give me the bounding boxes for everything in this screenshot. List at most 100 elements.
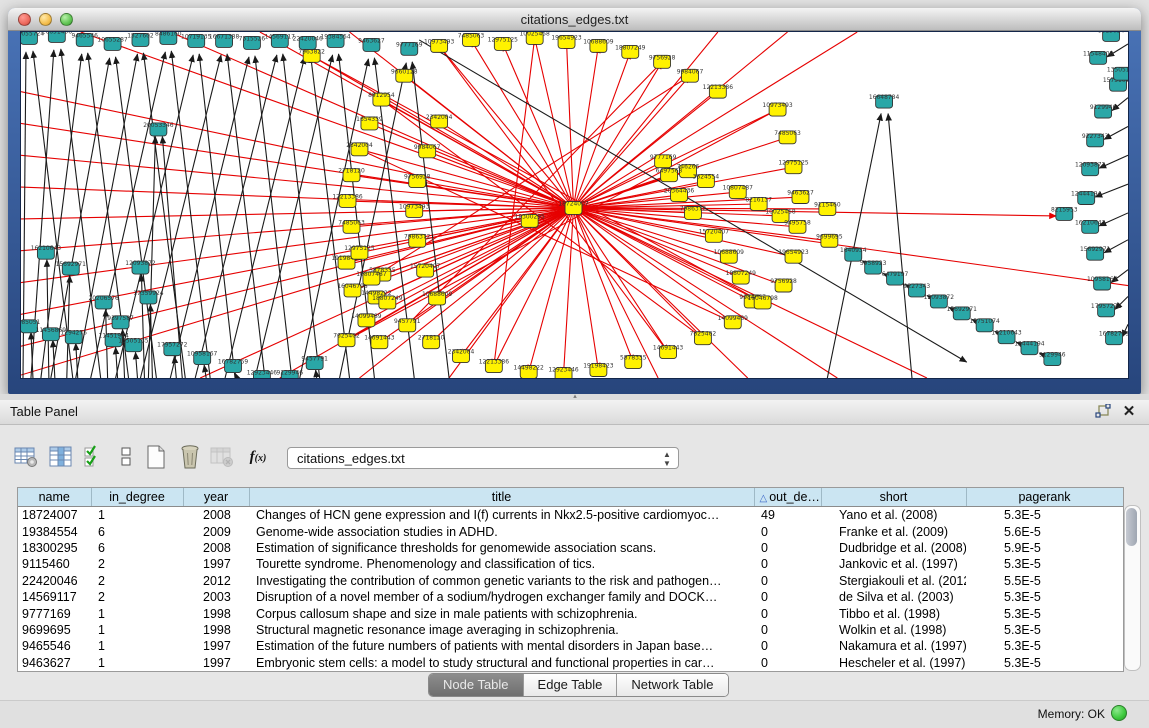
network-node[interactable]: 7625402: [690, 331, 717, 345]
network-node[interactable]: 15720407: [410, 263, 441, 277]
table-scrollbar-thumb[interactable]: [1126, 508, 1137, 546]
network-node[interactable]: 14569117: [265, 33, 296, 47]
float-panel-icon[interactable]: [1095, 404, 1111, 420]
network-edge[interactable]: [255, 55, 333, 378]
row-height-button[interactable]: [112, 442, 140, 472]
network-edge[interactable]: [316, 370, 317, 378]
network-node[interactable]: 16782759: [218, 359, 249, 373]
network-edge[interactable]: [283, 54, 320, 378]
network-node[interactable]: 17957272: [1091, 303, 1122, 317]
network-node[interactable]: 9984067: [677, 68, 704, 82]
network-node[interactable]: 7485063: [774, 130, 801, 144]
table-row[interactable]: 1456911722003Disruption of a novel membe…: [18, 589, 1123, 605]
window-titlebar[interactable]: citations_edges.txt: [8, 8, 1141, 31]
table-row[interactable]: 946362711997Embryonic stem cells: a mode…: [18, 655, 1123, 671]
network-node[interactable]: 7485063: [458, 32, 485, 46]
network-node[interactable]: 2718120: [418, 335, 445, 349]
network-node[interactable]: 14498222: [514, 365, 545, 378]
network-node[interactable]: 10973493: [762, 102, 793, 116]
network-node[interactable]: 2342004: [448, 349, 475, 363]
network-node[interactable]: 9457791: [301, 356, 328, 370]
network-node[interactable]: 18807249: [372, 295, 403, 309]
network-node[interactable]: 9465546: [71, 32, 98, 46]
network-node[interactable]: 9495758: [784, 219, 811, 233]
column-header-year[interactable]: year: [183, 488, 249, 507]
network-edge[interactable]: [461, 208, 573, 356]
network-edge[interactable]: [574, 32, 718, 208]
network-edge[interactable]: [888, 114, 912, 378]
network-node[interactable]: 9463627: [787, 190, 814, 204]
network-node[interactable]: 20691406: [42, 32, 73, 42]
network-node[interactable]: 9227343: [1082, 133, 1109, 147]
column-header-short[interactable]: short: [821, 488, 966, 507]
network-edge[interactable]: [352, 175, 574, 208]
network-node[interactable]: 7963822: [298, 48, 325, 62]
network-node[interactable]: 19198423: [583, 363, 614, 377]
network-node[interactable]: 12975125: [488, 36, 519, 50]
tab-node-table[interactable]: Node Table: [429, 674, 524, 696]
close-window-button[interactable]: [18, 13, 31, 26]
network-node[interactable]: 8215953: [1051, 206, 1078, 220]
citation-network-graph[interactable]: 1872400710973493748506312975125100254581…: [21, 32, 1128, 378]
table-row[interactable]: 1830029562008Estimation of significance …: [18, 540, 1123, 556]
network-node[interactable]: 10958167: [187, 351, 218, 365]
network-node[interactable]: 8813054: [1098, 32, 1125, 41]
table-row[interactable]: 2242004622012Investigating the contribut…: [18, 573, 1123, 589]
select-all-columns-button[interactable]: [80, 442, 108, 472]
network-node[interactable]: 12975125: [778, 160, 809, 174]
network-node[interactable]: 9397587: [107, 315, 134, 329]
network-node[interactable]: 9660128: [391, 68, 418, 82]
column-header-out_de[interactable]: △out_de…: [754, 488, 821, 507]
table-row[interactable]: 1938455462009Genome-wide association stu…: [18, 523, 1123, 539]
network-node[interactable]: 18807249: [726, 270, 757, 284]
network-edge[interactable]: [564, 208, 574, 374]
delete-table-button[interactable]: [208, 442, 236, 472]
network-node[interactable]: 8912954: [368, 92, 395, 106]
network-node[interactable]: 19384554: [320, 33, 351, 47]
network-node[interactable]: 10973493: [424, 38, 455, 52]
network-node[interactable]: 10688609: [422, 291, 453, 305]
network-node[interactable]: 9129946: [277, 370, 304, 378]
network-node[interactable]: 16210643: [1075, 219, 1106, 233]
network-node[interactable]: 10655287: [97, 36, 128, 50]
network-node[interactable]: 9756928: [649, 54, 676, 68]
table-mode-button[interactable]: [12, 442, 40, 472]
network-node[interactable]: 15692971: [1080, 246, 1111, 260]
table-row[interactable]: 946554611997Estimation of the future num…: [18, 638, 1123, 654]
network-edge[interactable]: [574, 208, 703, 338]
network-node[interactable]: 16671388: [209, 33, 240, 47]
network-node[interactable]: 9777169: [396, 41, 423, 55]
network-node[interactable]: 18807249: [615, 44, 646, 58]
network-node[interactable]: 9756928: [770, 278, 797, 292]
minimize-window-button[interactable]: [39, 13, 52, 26]
network-node[interactable]: 1527602: [127, 32, 154, 46]
network-edge[interactable]: [431, 208, 573, 342]
tab-network-table[interactable]: Network Table: [617, 674, 727, 696]
close-panel-icon[interactable]: ✕: [1121, 402, 1137, 420]
network-node[interactable]: 12444194: [1071, 191, 1102, 205]
network-node[interactable]: 12213386: [703, 84, 734, 98]
network-node[interactable]: 20053346: [143, 122, 174, 136]
function-builder-button[interactable]: f(x): [244, 442, 272, 472]
network-node[interactable]: 14691443: [653, 345, 684, 359]
column-header-in_degree[interactable]: in_degree: [91, 488, 183, 507]
table-row[interactable]: 1872400712008Changes of HCN gene express…: [18, 507, 1123, 524]
network-node[interactable]: 10688609: [583, 38, 614, 52]
network-edge[interactable]: [88, 53, 129, 378]
memory-status-indicator[interactable]: [1111, 705, 1127, 721]
network-node[interactable]: 15720407: [699, 228, 730, 242]
network-node[interactable]: 12923446: [548, 367, 579, 378]
network-edge[interactable]: [227, 54, 265, 378]
network-node[interactable]: 16782759: [1099, 331, 1128, 345]
network-edge[interactable]: [347, 110, 778, 341]
network-node[interactable]: 10958167: [1087, 276, 1118, 290]
network-node[interactable]: 16648784: [869, 94, 900, 108]
network-node[interactable]: 14099489: [351, 313, 382, 327]
network-node[interactable]: 9115460: [814, 201, 841, 215]
network-node[interactable]: 7485063: [338, 219, 365, 233]
network-node[interactable]: 10719135: [181, 33, 212, 47]
network-node[interactable]: 9984067: [414, 144, 441, 158]
column-header-pagerank[interactable]: pagerank: [966, 488, 1123, 507]
network-node[interactable]: 8486160: [155, 32, 182, 44]
network-node[interactable]: 14099489: [718, 315, 749, 329]
